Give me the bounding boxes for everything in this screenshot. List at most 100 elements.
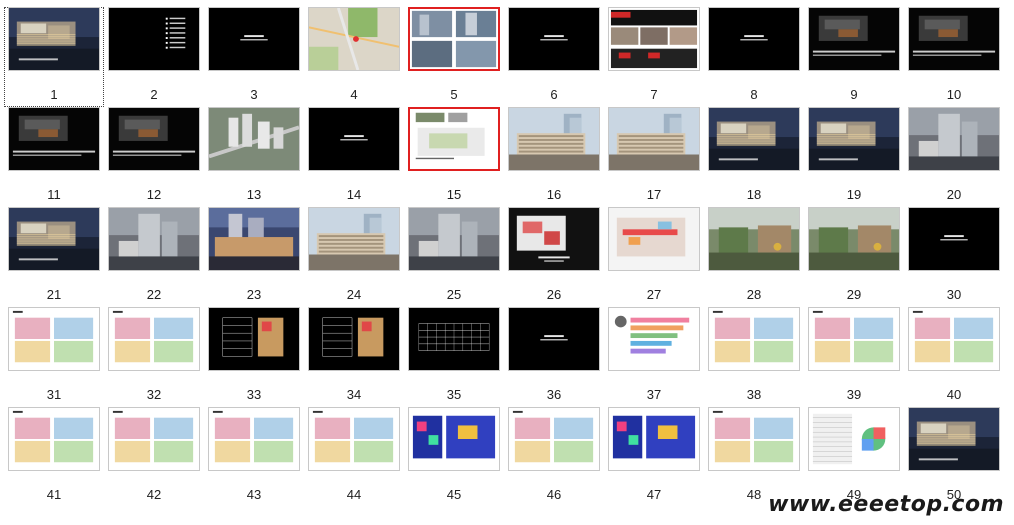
slide-thumbnail-29[interactable]: 29 <box>804 207 904 307</box>
slide-thumbnail-31[interactable]: 31 <box>4 307 104 407</box>
slide-preview[interactable] <box>908 307 1000 371</box>
slide-thumbnail-23[interactable]: 23 <box>204 207 304 307</box>
slide-thumbnail-8[interactable]: 8 <box>704 7 804 107</box>
slide-preview[interactable] <box>308 307 400 371</box>
slide-preview[interactable] <box>508 407 600 471</box>
slide-thumbnail-33[interactable]: 33 <box>204 307 304 407</box>
slide-preview[interactable] <box>108 307 200 371</box>
slide-preview[interactable] <box>908 407 1000 471</box>
slide-thumbnail-9[interactable]: 9 <box>804 7 904 107</box>
slide-preview[interactable] <box>108 7 200 71</box>
slide-thumbnail-47[interactable]: 47 <box>604 407 704 507</box>
slide-thumbnail-5[interactable]: 5 <box>404 7 504 107</box>
slide-preview[interactable] <box>708 7 800 71</box>
slide-preview[interactable] <box>208 407 300 471</box>
slide-thumbnail-37[interactable]: 37 <box>604 307 704 407</box>
slide-preview[interactable] <box>708 207 800 271</box>
slide-thumbnail-42[interactable]: 42 <box>104 407 204 507</box>
slide-preview[interactable] <box>8 207 100 271</box>
slide-thumbnail-21[interactable]: 21 <box>4 207 104 307</box>
slide-preview[interactable] <box>8 107 100 171</box>
slide-preview[interactable] <box>508 107 600 171</box>
slide-thumbnail-20[interactable]: 20 <box>904 107 1004 207</box>
slide-thumbnail-22[interactable]: 22 <box>104 207 204 307</box>
slide-thumbnail-1[interactable]: 1 <box>4 7 104 107</box>
slide-preview[interactable] <box>808 7 900 71</box>
slide-preview[interactable] <box>408 307 500 371</box>
slide-thumbnail-38[interactable]: 38 <box>704 307 804 407</box>
slide-thumbnail-3[interactable]: 3 <box>204 7 304 107</box>
slide-thumbnail-13[interactable]: 13 <box>204 107 304 207</box>
slide-thumbnail-32[interactable]: 32 <box>104 307 204 407</box>
slide-thumbnail-18[interactable]: 18 <box>704 107 804 207</box>
slide-preview[interactable] <box>208 107 300 171</box>
slide-preview[interactable] <box>208 7 300 71</box>
slide-preview[interactable] <box>708 107 800 171</box>
slide-thumbnail-15[interactable]: 15 <box>404 107 504 207</box>
slide-preview[interactable] <box>908 7 1000 71</box>
slide-thumbnail-27[interactable]: 27 <box>604 207 704 307</box>
slide-thumbnail-35[interactable]: 35 <box>404 307 504 407</box>
slide-preview[interactable] <box>608 107 700 171</box>
slide-preview[interactable] <box>308 207 400 271</box>
slide-thumbnail-12[interactable]: 12 <box>104 107 204 207</box>
slide-preview[interactable] <box>408 7 500 71</box>
slide-thumbnail-45[interactable]: 45 <box>404 407 504 507</box>
slide-thumbnail-6[interactable]: 6 <box>504 7 604 107</box>
slide-thumbnail-16[interactable]: 16 <box>504 107 604 207</box>
slide-thumbnail-41[interactable]: 41 <box>4 407 104 507</box>
slide-thumbnail-10[interactable]: 10 <box>904 7 1004 107</box>
slide-thumbnail-28[interactable]: 28 <box>704 207 804 307</box>
slide-preview[interactable] <box>808 407 900 471</box>
slide-preview[interactable] <box>808 107 900 171</box>
slide-thumbnail-46[interactable]: 46 <box>504 407 604 507</box>
slide-thumbnail-2[interactable]: 2 <box>104 7 204 107</box>
slide-thumbnail-44[interactable]: 44 <box>304 407 404 507</box>
slide-preview[interactable] <box>8 407 100 471</box>
slide-preview[interactable] <box>308 107 400 171</box>
slide-preview[interactable] <box>308 407 400 471</box>
slide-preview[interactable] <box>8 7 100 71</box>
slide-preview[interactable] <box>408 207 500 271</box>
slide-preview[interactable] <box>208 207 300 271</box>
slide-thumbnail-4[interactable]: 4 <box>304 7 404 107</box>
slide-thumbnail-40[interactable]: 40 <box>904 307 1004 407</box>
slide-preview[interactable] <box>108 107 200 171</box>
slide-thumbnail-24[interactable]: 24 <box>304 207 404 307</box>
slide-preview[interactable] <box>508 7 600 71</box>
slide-thumbnail-39[interactable]: 39 <box>804 307 904 407</box>
slide-thumbnail-43[interactable]: 43 <box>204 407 304 507</box>
slide-thumbnail-19[interactable]: 19 <box>804 107 904 207</box>
slide-preview[interactable] <box>608 7 700 71</box>
slide-number: 27 <box>646 287 662 302</box>
slide-preview[interactable] <box>608 407 700 471</box>
slide-thumbnail-25[interactable]: 25 <box>404 207 504 307</box>
slide-preview[interactable] <box>808 307 900 371</box>
slide-thumbnail-34[interactable]: 34 <box>304 307 404 407</box>
slide-preview[interactable] <box>308 7 400 71</box>
slide-preview[interactable] <box>708 307 800 371</box>
slide-preview[interactable] <box>808 207 900 271</box>
slide-preview[interactable] <box>908 107 1000 171</box>
slide-thumbnail-14[interactable]: 14 <box>304 107 404 207</box>
slide-number: 36 <box>546 387 562 402</box>
slide-preview[interactable] <box>508 207 600 271</box>
slide-thumbnail-7[interactable]: 7 <box>604 7 704 107</box>
slide-thumbnail-17[interactable]: 17 <box>604 107 704 207</box>
slide-thumbnail-30[interactable]: 30 <box>904 207 1004 307</box>
slide-preview[interactable] <box>608 307 700 371</box>
slide-preview[interactable] <box>108 207 200 271</box>
slide-thumbnail-11[interactable]: 11 <box>4 107 104 207</box>
slide-preview[interactable] <box>408 407 500 471</box>
slide-thumbnail-26[interactable]: 26 <box>504 207 604 307</box>
slide-preview[interactable] <box>908 207 1000 271</box>
slide-preview[interactable] <box>8 307 100 371</box>
slide-preview[interactable] <box>508 307 600 371</box>
slide-preview[interactable] <box>108 407 200 471</box>
slide-preview[interactable] <box>408 107 500 171</box>
slide-preview[interactable] <box>708 407 800 471</box>
slide-preview[interactable] <box>608 207 700 271</box>
slide-thumbnail-36[interactable]: 36 <box>504 307 604 407</box>
slide-number: 11 <box>47 187 61 202</box>
slide-preview[interactable] <box>208 307 300 371</box>
